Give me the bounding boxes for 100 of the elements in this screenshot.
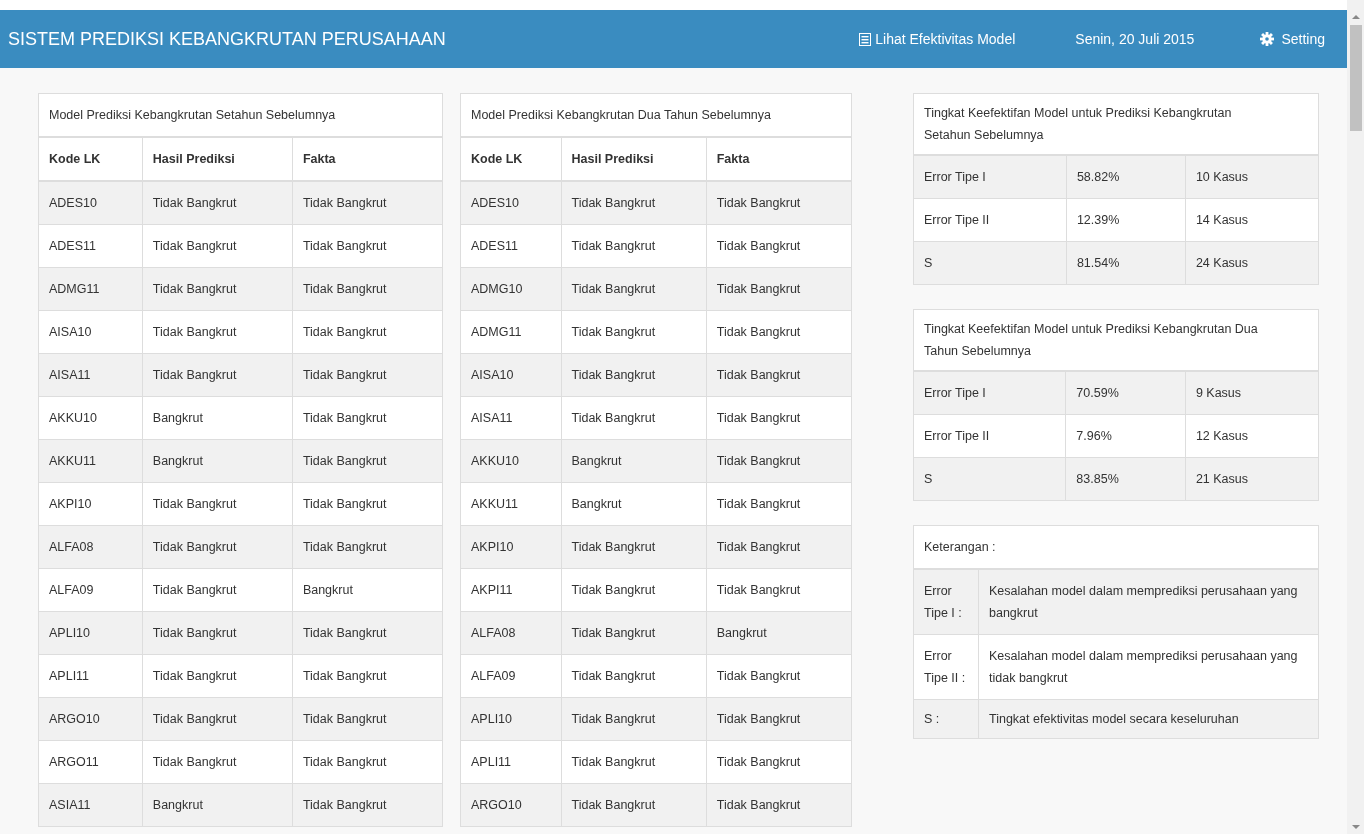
table-cell: Tidak Bangkrut bbox=[706, 439, 852, 483]
table-cell: Tidak Bangkrut bbox=[561, 310, 707, 354]
table-cell: 21 Kasus bbox=[1185, 457, 1319, 501]
table-cell: Tidak Bangkrut bbox=[142, 525, 293, 569]
table-cell: AISA10 bbox=[38, 310, 143, 354]
current-date: Senin, 20 Juli 2015 bbox=[1075, 31, 1195, 47]
table-cell: Tidak Bangkrut bbox=[706, 697, 852, 741]
table-cell: Tidak Bangkrut bbox=[142, 740, 293, 784]
table-title: Model Prediksi Kebangkrutan Dua Tahun Sebelumnya bbox=[460, 93, 852, 137]
table-cell: Error Tipe I : bbox=[913, 569, 979, 635]
table-cell: Error Tipe II : bbox=[913, 634, 979, 700]
table-cell: Bangkrut bbox=[561, 482, 707, 526]
table-cell: Bangkrut bbox=[142, 783, 293, 827]
table-cell: AISA10 bbox=[460, 353, 561, 397]
table-cell: ARGO10 bbox=[38, 697, 143, 741]
table-cell: Tidak Bangkrut bbox=[292, 267, 443, 311]
table-cell: Error Tipe I bbox=[913, 155, 1067, 199]
table-cell: Tidak Bangkrut bbox=[561, 568, 707, 612]
table-cell: 24 Kasus bbox=[1185, 241, 1319, 285]
list-icon bbox=[859, 32, 872, 46]
table-cell: APLI10 bbox=[38, 611, 143, 655]
table-cell: Tingkat efektivitas model secara keseluruhan bbox=[978, 699, 1319, 739]
table-cell: ASIA11 bbox=[38, 783, 143, 827]
table-cell: Kesalahan model dalam memprediksi perusahaan yang tidak bangkrut bbox=[978, 634, 1319, 700]
table-cell: 9 Kasus bbox=[1185, 371, 1319, 415]
scrollbar[interactable] bbox=[1347, 0, 1364, 834]
table-cell: AKKU11 bbox=[460, 482, 561, 526]
table-cell: Tidak Bangkrut bbox=[561, 181, 707, 225]
table-cell: Tidak Bangkrut bbox=[142, 267, 293, 311]
table-cell: Tidak Bangkrut bbox=[706, 783, 852, 827]
table-cell: Tidak Bangkrut bbox=[142, 697, 293, 741]
table-cell: Tidak Bangkrut bbox=[292, 439, 443, 483]
table-cell: Error Tipe I bbox=[913, 371, 1066, 415]
table-cell: APLI11 bbox=[460, 740, 561, 784]
table-cell: AKPI10 bbox=[38, 482, 143, 526]
table-cell: ADES10 bbox=[38, 181, 143, 225]
table-cell: Tidak Bangkrut bbox=[142, 568, 293, 612]
table-cell: ADMG11 bbox=[38, 267, 143, 311]
table-cell: Tidak Bangkrut bbox=[142, 224, 293, 268]
table-cell: Tidak Bangkrut bbox=[706, 396, 852, 440]
table-cell: Tidak Bangkrut bbox=[292, 310, 443, 354]
table-cell: ADES11 bbox=[460, 224, 561, 268]
settings-icon bbox=[1260, 32, 1275, 46]
table-cell: Bangkrut bbox=[706, 611, 852, 655]
table-cell: Tidak Bangkrut bbox=[561, 353, 707, 397]
effectiveness-link[interactable]: Lihat Efektivitas Model bbox=[859, 31, 1016, 47]
table-cell: ADMG10 bbox=[460, 267, 561, 311]
table-cell: Bangkrut bbox=[292, 568, 443, 612]
table-cell: Tidak Bangkrut bbox=[561, 525, 707, 569]
table-cell: Bangkrut bbox=[142, 439, 293, 483]
table-cell: Tidak Bangkrut bbox=[706, 310, 852, 354]
table-cell: S bbox=[913, 457, 1066, 501]
table-cell: Tidak Bangkrut bbox=[142, 353, 293, 397]
table-cell: ALFA09 bbox=[460, 654, 561, 698]
table-cell: ADES11 bbox=[38, 224, 143, 268]
table-cell: Tidak Bangkrut bbox=[142, 310, 293, 354]
table-cell: Error Tipe II bbox=[913, 414, 1066, 458]
table-cell: AISA11 bbox=[38, 353, 143, 397]
table-cell: ADES10 bbox=[460, 181, 561, 225]
table-cell: 58.82% bbox=[1066, 155, 1186, 199]
table-cell: Tidak Bangkrut bbox=[292, 353, 443, 397]
table-cell: 14 Kasus bbox=[1185, 198, 1319, 242]
table-cell: Tidak Bangkrut bbox=[142, 611, 293, 655]
table-cell: Tidak Bangkrut bbox=[292, 482, 443, 526]
table-cell: Kesalahan model dalam memprediksi perusahaan yang bangkrut bbox=[978, 569, 1319, 635]
table-cell: Tidak Bangkrut bbox=[292, 697, 443, 741]
table-cell: Tidak Bangkrut bbox=[561, 267, 707, 311]
settings-link[interactable]: Setting bbox=[1260, 31, 1325, 47]
table-cell: ALFA08 bbox=[460, 611, 561, 655]
table-cell: ARGO10 bbox=[460, 783, 561, 827]
table-cell: Tidak Bangkrut bbox=[561, 783, 707, 827]
table-cell: Tidak Bangkrut bbox=[706, 654, 852, 698]
table-cell: Tidak Bangkrut bbox=[706, 353, 852, 397]
table-cell: Tidak Bangkrut bbox=[292, 181, 443, 225]
table-cell: Tidak Bangkrut bbox=[292, 396, 443, 440]
table-cell: AKKU11 bbox=[38, 439, 143, 483]
table-cell: 12 Kasus bbox=[1185, 414, 1319, 458]
table-cell: 12.39% bbox=[1066, 198, 1186, 242]
table-cell: 81.54% bbox=[1066, 241, 1186, 285]
table-cell: Tidak Bangkrut bbox=[706, 181, 852, 225]
table-cell: Bangkrut bbox=[142, 396, 293, 440]
table-cell: Tidak Bangkrut bbox=[292, 525, 443, 569]
table-cell: S bbox=[913, 241, 1067, 285]
table-cell: Tidak Bangkrut bbox=[292, 654, 443, 698]
table-cell: Tidak Bangkrut bbox=[706, 267, 852, 311]
table-cell: ARGO11 bbox=[38, 740, 143, 784]
table-cell: AKKU10 bbox=[38, 396, 143, 440]
table-cell: 70.59% bbox=[1065, 371, 1186, 415]
table-cell: ADMG11 bbox=[460, 310, 561, 354]
table-cell: Tidak Bangkrut bbox=[706, 568, 852, 612]
table-title: Model Prediksi Kebangkrutan Setahun Sebelumnya bbox=[38, 93, 443, 137]
table-cell: Tidak Bangkrut bbox=[561, 740, 707, 784]
table-cell: Tidak Bangkrut bbox=[292, 740, 443, 784]
table-cell: Tidak Bangkrut bbox=[292, 611, 443, 655]
table-cell: ALFA08 bbox=[38, 525, 143, 569]
app-title: SISTEM PREDIKSI KEBANGKRUTAN PERUSAHAAN bbox=[8, 28, 447, 50]
table-cell: ALFA09 bbox=[38, 568, 143, 612]
table-cell: AISA11 bbox=[460, 396, 561, 440]
table-cell: Tidak Bangkrut bbox=[706, 224, 852, 268]
table-cell: AKKU10 bbox=[460, 439, 561, 483]
